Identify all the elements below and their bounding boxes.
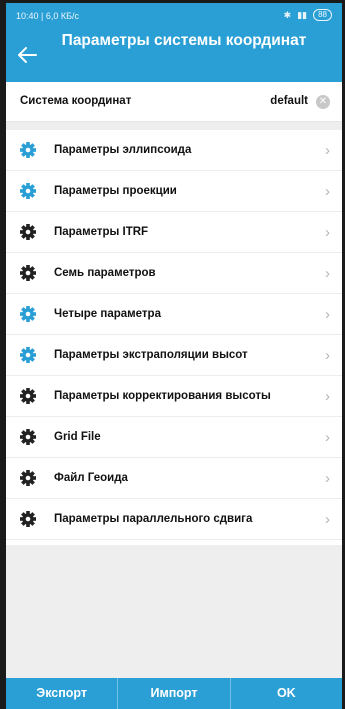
chevron-right-icon: › [325, 265, 330, 282]
chevron-right-icon: › [325, 511, 330, 528]
list-item[interactable]: Параметры ITRF › [6, 212, 342, 253]
gear-icon [20, 470, 36, 486]
page-title: Параметры системы координат [61, 32, 307, 49]
list-item[interactable]: Семь параметров › [6, 253, 342, 294]
gear-icon [20, 142, 36, 158]
gear-icon [20, 306, 36, 322]
gear-icon [20, 388, 36, 404]
status-time: 10:40 | 6,0 КБ/с [16, 11, 80, 21]
list-item-label: Параметры экстраполяции высот [54, 349, 248, 361]
list-item[interactable]: Параметры эллипсоида › [6, 130, 342, 171]
list-item[interactable]: Параметры экстраполяции высот › [6, 335, 342, 376]
list-item-label: Параметры ITRF [54, 226, 149, 238]
battery-indicator: 88 [313, 9, 332, 21]
gear-icon [20, 347, 36, 363]
parameters-list: Параметры эллипсоида › Параметры проекции ›… [6, 130, 342, 540]
chevron-right-icon: › [325, 306, 330, 323]
chevron-right-icon: › [325, 224, 330, 241]
chevron-right-icon: › [325, 429, 330, 446]
chevron-right-icon: › [325, 470, 330, 487]
top-bar: 10:40 | 6,0 КБ/с ✱ ▮▮ 88 Параметры систе… [6, 3, 342, 82]
chevron-right-icon: › [325, 183, 330, 200]
list-item-label: Grid File [54, 431, 101, 443]
gear-icon [20, 265, 36, 281]
chevron-right-icon: › [325, 347, 330, 364]
list-item-label: Параметры проекции [54, 185, 177, 197]
coordinate-system-row[interactable]: Система координат default ✕ [6, 82, 342, 122]
list-item-label: Параметры эллипсоида [54, 144, 192, 156]
list-item[interactable]: Четыре параметра › [6, 294, 342, 335]
bluetooth-icon: ✱ [283, 9, 292, 20]
chevron-right-icon: › [325, 388, 330, 405]
list-item[interactable]: Параметры корректирования высоты › [6, 376, 342, 417]
export-button[interactable]: Экспорт [6, 678, 119, 709]
list-item-label: Параметры корректирования высоты [54, 390, 271, 402]
section-divider [6, 122, 342, 130]
ok-button[interactable]: OK [231, 678, 342, 709]
gear-icon [20, 511, 36, 527]
clear-icon[interactable]: ✕ [316, 95, 330, 109]
list-item-label: Семь параметров [54, 267, 156, 279]
list-item-label: Параметры параллельного сдвига [54, 513, 253, 525]
chevron-right-icon: › [325, 142, 330, 159]
import-button[interactable]: Импорт [118, 678, 231, 709]
list-item-label: Файл Геоида [54, 472, 128, 484]
list-item[interactable]: Параметры параллельного сдвига › [6, 499, 342, 540]
gear-icon [20, 224, 36, 240]
app-screen: 10:40 | 6,0 КБ/с ✱ ▮▮ 88 Параметры систе… [6, 3, 342, 709]
signal-icon: ▮▮ [297, 9, 308, 20]
status-icons: ✱ ▮▮ 88 [284, 9, 332, 21]
list-item[interactable]: Параметры проекции › [6, 171, 342, 212]
list-item[interactable]: Grid File › [6, 417, 342, 458]
empty-area [6, 545, 342, 681]
bottom-toolbar: Экспорт Импорт OK [6, 678, 342, 709]
list-item-label: Четыре параметра [54, 308, 161, 320]
gear-icon [20, 183, 36, 199]
coordinate-system-value: default [270, 95, 308, 107]
list-item[interactable]: Файл Геоида › [6, 458, 342, 499]
arrow-left-icon[interactable] [16, 45, 38, 65]
gear-icon [20, 429, 36, 445]
coordinate-system-label: Система координат [20, 95, 132, 107]
